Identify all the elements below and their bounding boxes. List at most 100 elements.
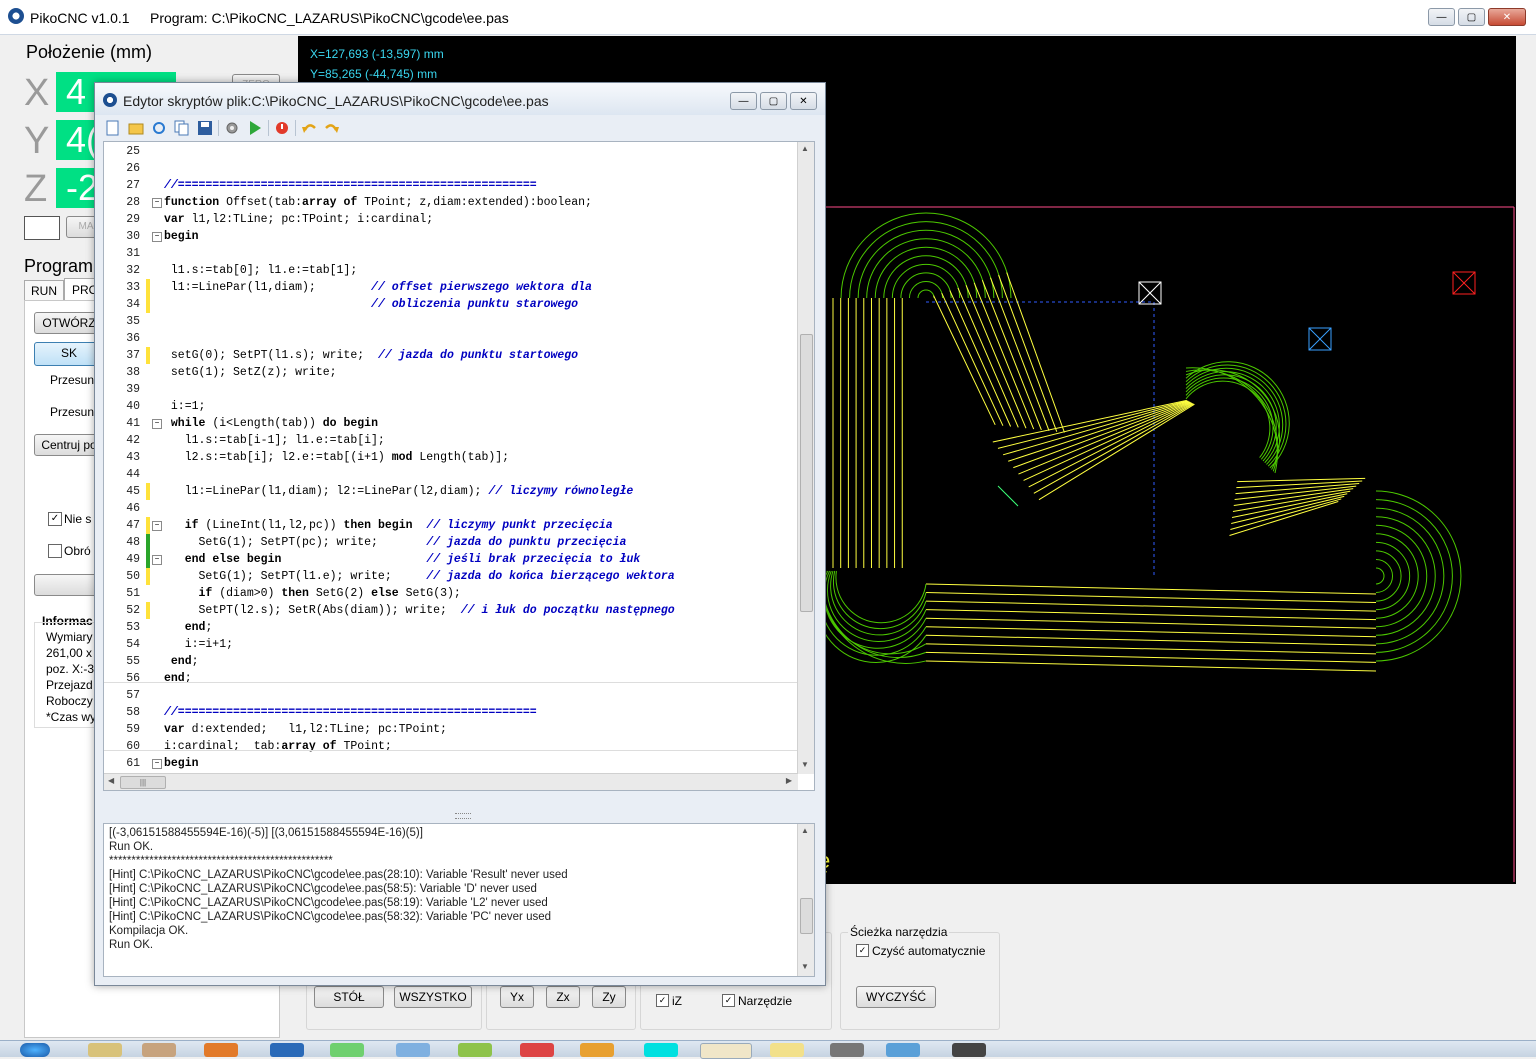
taskbar-app-icon[interactable]	[458, 1043, 492, 1057]
code-line[interactable]: 55 end;	[104, 653, 798, 670]
code-horizontal-scrollbar[interactable]: ◀ ||| ▶	[104, 773, 798, 790]
taskbar-firefox-icon[interactable]	[204, 1043, 238, 1057]
code-line[interactable]: 48 SetG(1); SetPT(pc); write; // jazda d…	[104, 534, 798, 551]
code-line[interactable]: 32 l1.s:=tab[0]; l1.e:=tab[1];	[104, 262, 798, 279]
code-vscroll-thumb[interactable]	[800, 334, 813, 612]
taskbar-app-icon[interactable]	[580, 1043, 614, 1057]
editor-close-button[interactable]: ✕	[790, 92, 817, 110]
fold-toggle-icon[interactable]: −	[152, 198, 162, 208]
code-line[interactable]: 61 − begin	[104, 755, 798, 772]
taskbar-app-icon[interactable]	[886, 1043, 920, 1057]
undo-icon[interactable]	[299, 119, 319, 137]
code-line[interactable]: 54 i:=i+1;	[104, 636, 798, 653]
code-line[interactable]: 60 i:cardinal; tab:array of TPoint;	[104, 738, 798, 755]
taskbar-app-icon[interactable]	[330, 1043, 364, 1057]
taskbar-app-icon[interactable]	[770, 1043, 804, 1057]
iz-checkbox[interactable]: ✓	[656, 994, 669, 1007]
taskbar-pikocnc-icon[interactable]	[700, 1043, 752, 1059]
maximize-button[interactable]: ▢	[1458, 8, 1485, 26]
code-line[interactable]: 51 if (diam>0) then SetG(2) else SetG(3)…	[104, 585, 798, 602]
code-line[interactable]: 34 // obliczenia punktu starowego	[104, 296, 798, 313]
code-line[interactable]: 58 //====================================…	[104, 704, 798, 721]
line-number: 59	[126, 723, 140, 736]
code-line[interactable]: 53 end;	[104, 619, 798, 636]
output-vertical-scrollbar[interactable]: ▲ ▼	[797, 824, 814, 976]
redo-icon[interactable]	[322, 119, 342, 137]
splitter-handle[interactable]	[455, 813, 471, 819]
color-box[interactable]	[24, 216, 60, 240]
code-editor[interactable]: 25 26 27 //================================…	[103, 141, 815, 791]
line-number: 44	[126, 468, 140, 481]
copy-icon[interactable]	[172, 119, 192, 137]
wyczysc-button[interactable]: WYCZYŚĆ	[856, 986, 936, 1008]
code-line[interactable]: 47 − if (LineInt(l1,l2,pc)) then begin //…	[104, 517, 798, 534]
fold-toggle-icon[interactable]: −	[152, 759, 162, 769]
code-line[interactable]: 29 var l1,l2:TLine; pc:TPoint; i:cardinal…	[104, 211, 798, 228]
code-line[interactable]: 46	[104, 500, 798, 517]
new-file-icon[interactable]	[103, 119, 123, 137]
taskbar-app-icon[interactable]	[520, 1043, 554, 1057]
code-line[interactable]: 26	[104, 160, 798, 177]
code-vertical-scrollbar[interactable]: ▲ ▼	[797, 142, 814, 774]
code-line[interactable]: 40 i:=1;	[104, 398, 798, 415]
taskbar-app-icon[interactable]	[270, 1043, 304, 1057]
editor-maximize-button[interactable]: ▢	[760, 92, 787, 110]
code-line[interactable]: 30 − begin	[104, 228, 798, 245]
taskbar-explorer-icon[interactable]	[88, 1043, 122, 1057]
open-folder-icon[interactable]	[126, 119, 146, 137]
nie-checkbox[interactable]: ✓	[48, 512, 62, 526]
fold-toggle-icon[interactable]: −	[152, 232, 162, 242]
fold-toggle-icon[interactable]: −	[152, 521, 162, 531]
code-line[interactable]: 45 l1:=LinePar(l1,diam); l2:=LinePar(l2,…	[104, 483, 798, 500]
stop-icon[interactable]	[272, 119, 292, 137]
code-line[interactable]: 27 //====================================…	[104, 177, 798, 194]
editor-title-bar[interactable]: Edytor skryptów plik:C:\PikoCNC_LAZARUS\…	[95, 83, 825, 115]
editor-minimize-button[interactable]: —	[730, 92, 757, 110]
code-line[interactable]: 25	[104, 143, 798, 160]
narzedzie-checkbox[interactable]: ✓	[722, 994, 735, 1007]
stol-button[interactable]: STÓŁ	[314, 986, 384, 1008]
start-button-icon[interactable]	[20, 1043, 50, 1057]
code-line[interactable]: 42 l1.s:=tab[i-1]; l1.e:=tab[i];	[104, 432, 798, 449]
fold-toggle-icon[interactable]: −	[152, 419, 162, 429]
taskbar-app-icon[interactable]	[142, 1043, 176, 1057]
tab-run[interactable]: RUN	[24, 280, 64, 302]
zx-button[interactable]: Zx	[546, 986, 580, 1008]
settings-icon[interactable]	[222, 119, 242, 137]
fold-toggle-icon[interactable]: −	[152, 555, 162, 565]
output-vscroll-thumb[interactable]	[800, 898, 813, 934]
czysc-checkbox[interactable]: ✓	[856, 944, 869, 957]
refresh-icon[interactable]	[149, 119, 169, 137]
save-icon[interactable]	[195, 119, 215, 137]
code-hscroll-thumb[interactable]: |||	[120, 776, 166, 789]
code-line[interactable]: 43 l2.s:=tab[i]; l2.e:=tab[(i+1) mod Len…	[104, 449, 798, 466]
code-line[interactable]: 44	[104, 466, 798, 483]
zy-button[interactable]: Zy	[592, 986, 626, 1008]
code-line[interactable]: 52 SetPT(l2.s); SetR(Abs(diam)); write; …	[104, 602, 798, 619]
code-line[interactable]: 38 setG(1); SetZ(z); write;	[104, 364, 798, 381]
code-line[interactable]: 49 − end else begin // jeśli brak przecię…	[104, 551, 798, 568]
taskbar-app-icon[interactable]	[830, 1043, 864, 1057]
taskbar-app-icon[interactable]	[952, 1043, 986, 1057]
yx-button[interactable]: Yx	[500, 986, 534, 1008]
close-button[interactable]: ✕	[1488, 8, 1526, 26]
taskbar-app-icon[interactable]	[396, 1043, 430, 1057]
code-line[interactable]: 31	[104, 245, 798, 262]
code-line[interactable]: 37 setG(0); SetPT(l1.s); write; // jazda…	[104, 347, 798, 364]
output-line: [(-3,06151588455594E-16)(-5)] [(3,061515…	[109, 827, 423, 839]
wszystko-button[interactable]: WSZYSTKO	[394, 986, 472, 1008]
code-line[interactable]: 35	[104, 313, 798, 330]
code-line[interactable]: 41 − while (i<Length(tab)) do begin	[104, 415, 798, 432]
code-line[interactable]: 28 − function Offset(tab:array of TPoint; …	[104, 194, 798, 211]
code-line[interactable]: 39	[104, 381, 798, 398]
code-line[interactable]: 59 var d:extended; l1,l2:TLine; pc:TPoint…	[104, 721, 798, 738]
code-line[interactable]: 33 l1:=LinePar(l1,diam); // offset pierw…	[104, 279, 798, 296]
code-line[interactable]: 36	[104, 330, 798, 347]
run-icon[interactable]	[245, 119, 265, 137]
minimize-button[interactable]: —	[1428, 8, 1455, 26]
taskbar-app-icon[interactable]	[644, 1043, 678, 1057]
code-line[interactable]: 50 SetG(1); SetPT(l1.e); write; // jazda…	[104, 568, 798, 585]
code-line[interactable]: 56 end;	[104, 670, 798, 687]
code-line[interactable]: 57	[104, 687, 798, 704]
obro-checkbox[interactable]	[48, 544, 62, 558]
